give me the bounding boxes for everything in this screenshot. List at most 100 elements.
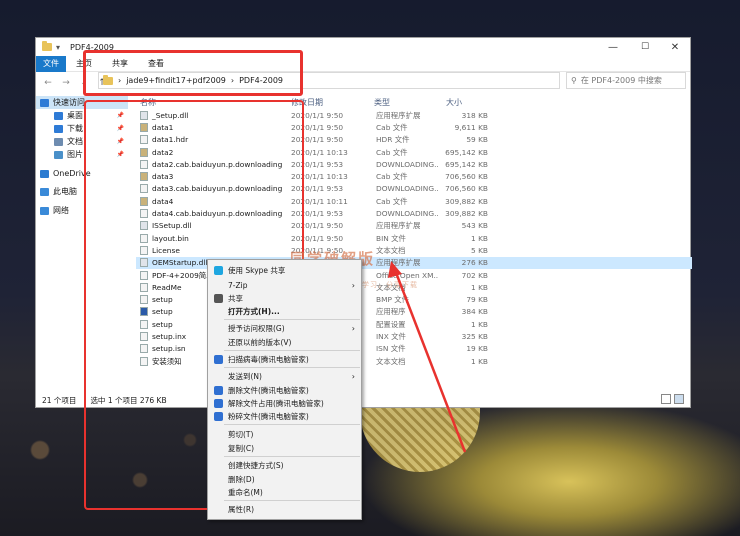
file-type: Office Open XM...: [376, 270, 438, 280]
menu-item-label: 解除文件占用(腾讯电脑管家): [228, 399, 324, 408]
file-type: 应用程序扩展: [376, 258, 421, 268]
menu-item-label: 打开方式(H)...: [228, 307, 280, 316]
search-input[interactable]: ⚲ 在 PDF4-2009 中搜索: [566, 72, 686, 89]
submenu-arrow-icon: ›: [351, 372, 355, 381]
column-type[interactable]: 类型: [374, 97, 390, 108]
context-menu-item[interactable]: 创建快捷方式(S): [208, 459, 361, 472]
shred-icon: [214, 412, 223, 421]
file-type: 文本文档: [376, 356, 406, 366]
sidebar-item-label: 快速访问: [53, 98, 85, 107]
unlock-icon: [214, 399, 223, 408]
sidebar-item-label: 桌面: [67, 111, 83, 120]
delete-icon: [214, 386, 223, 395]
menu-separator: [224, 367, 360, 368]
context-menu-item[interactable]: 复制(C): [208, 442, 361, 455]
sidebar-item-label: 图片: [67, 150, 83, 159]
menu-item-label: 属性(R): [228, 505, 255, 514]
close-button[interactable]: ✕: [660, 38, 690, 56]
menu-item-label: 剪切(T): [228, 430, 254, 439]
file-type: Cab 文件: [376, 196, 408, 206]
menu-item-label: 复制(C): [228, 444, 255, 453]
context-menu-item[interactable]: 发送到(N) ›: [208, 370, 361, 383]
file-type: 应用程序扩展: [376, 110, 421, 120]
file-size: 706,560 KB: [445, 184, 488, 194]
file-type: Cab 文件: [376, 122, 408, 132]
menu-item-label: 删除文件(腾讯电脑管家): [228, 386, 309, 395]
context-menu-item[interactable]: 属性(R): [208, 503, 361, 516]
file-size: 1 KB: [471, 356, 488, 366]
context-menu-item[interactable]: 剪切(T): [208, 428, 361, 441]
file-size: 59 KB: [466, 135, 488, 145]
menu-separator: [224, 424, 360, 425]
context-menu-item[interactable]: 使用 Skype 共享: [208, 264, 361, 277]
menu-item-label: 发送到(N): [228, 372, 262, 381]
file-type: BMP 文件: [376, 295, 410, 305]
submenu-arrow-icon: ›: [351, 324, 355, 333]
file-size: 706,560 KB: [445, 172, 488, 182]
file-type: DOWNLOADING...: [376, 209, 438, 219]
file-type: DOWNLOADING...: [376, 184, 438, 194]
file-size: 325 KB: [461, 331, 488, 341]
minimize-button[interactable]: —: [598, 38, 628, 56]
file-type: Cab 文件: [376, 147, 408, 157]
file-size: 702 KB: [461, 270, 488, 280]
file-type: 文本文档: [376, 245, 406, 255]
folder-icon: [42, 41, 52, 51]
column-size[interactable]: 大小: [446, 97, 462, 108]
file-size: 543 KB: [461, 221, 488, 231]
download-icon: [54, 124, 63, 133]
maximize-button[interactable]: ☐: [630, 38, 660, 56]
file-size: 695,142 KB: [445, 147, 488, 157]
back-arrow-icon[interactable]: ←: [42, 78, 54, 88]
context-menu-item[interactable]: 删除(D): [208, 473, 361, 486]
document-icon: [54, 137, 63, 146]
file-size: 309,882 KB: [445, 196, 488, 206]
file-type: 应用程序扩展: [376, 221, 421, 231]
menu-item-label: 删除(D): [228, 475, 255, 484]
file-size: 1 KB: [471, 282, 488, 292]
file-size: 276 KB: [461, 258, 488, 268]
context-menu-item[interactable]: 共享: [208, 292, 361, 305]
file-size: 1 KB: [471, 319, 488, 329]
file-size: 695,142 KB: [445, 159, 488, 169]
file-size: 384 KB: [461, 307, 488, 317]
star-icon: [40, 98, 49, 107]
context-menu-item[interactable]: 还原以前的版本(V): [208, 336, 361, 349]
context-menu-item[interactable]: 打开方式(H)...: [208, 305, 361, 318]
menu-item-label: 还原以前的版本(V): [228, 338, 292, 347]
file-size: 318 KB: [461, 110, 488, 120]
menu-separator: [224, 319, 360, 320]
sidebar-item-label: 下载: [67, 124, 83, 133]
file-type: BIN 文件: [376, 233, 406, 243]
details-view-icon[interactable]: [661, 394, 671, 404]
file-size: 9,611 KB: [454, 122, 488, 132]
network-icon: [40, 206, 49, 215]
file-type: ISN 文件: [376, 344, 406, 354]
context-menu-item[interactable]: 扫描病毒(腾讯电脑管家): [208, 353, 361, 366]
context-menu-item[interactable]: 删除文件(腾讯电脑管家): [208, 384, 361, 397]
search-placeholder: 在 PDF4-2009 中搜索: [580, 76, 662, 85]
picture-icon: [54, 150, 63, 159]
share-icon: [214, 294, 223, 303]
context-menu-item[interactable]: 解除文件占用(腾讯电脑管家): [208, 397, 361, 410]
context-menu-item[interactable]: 7-Zip ›: [208, 279, 361, 292]
sidebar-item-label: 文档: [67, 137, 83, 146]
menu-item-label: 扫描病毒(腾讯电脑管家): [228, 355, 309, 364]
context-menu-item[interactable]: 粉碎文件(腾讯电脑管家): [208, 410, 361, 423]
file-size: 5 KB: [471, 245, 488, 255]
forward-arrow-icon[interactable]: →: [60, 78, 72, 88]
skype-icon: [214, 266, 223, 275]
large-icons-view-icon[interactable]: [674, 394, 684, 404]
quick-access-toolbar-icon[interactable]: ▾: [56, 43, 60, 52]
menu-item-label: 7-Zip: [228, 281, 248, 290]
sidebar-item-label: 网络: [53, 206, 69, 215]
menu-item-label: 共享: [228, 294, 243, 303]
context-menu-item[interactable]: 重命名(M): [208, 486, 361, 499]
file-type: DOWNLOADING...: [376, 159, 438, 169]
file-size: 19 KB: [466, 344, 488, 354]
cloud-icon: [40, 169, 49, 178]
file-size: 1 KB: [471, 233, 488, 243]
context-menu-item[interactable]: 授予访问权限(G) ›: [208, 322, 361, 335]
menu-separator: [224, 350, 360, 351]
tab-file[interactable]: 文件: [36, 55, 66, 72]
